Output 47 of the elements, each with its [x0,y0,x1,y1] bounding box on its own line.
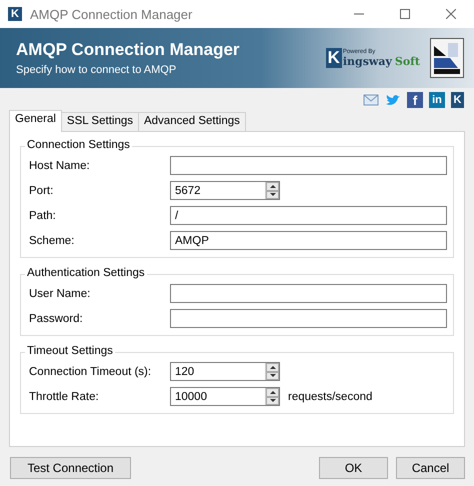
field-label: Port: [29,184,54,196]
test-connection-button[interactable]: Test Connection [10,457,131,479]
input-field[interactable] [170,309,447,328]
unit-label: requests/second [288,390,372,402]
banner-title: AMQP Connection Manager [16,40,241,60]
field-label: Connection Timeout (s): [29,366,152,378]
field-label: Throttle Rate: [29,390,100,402]
up-arrow-icon [270,390,276,394]
logo-initial: K [326,48,342,68]
logo-suffix: Soft [394,55,420,68]
down-arrow-icon [270,399,276,402]
banner-subtitle: Specify how to connect to AMQP [16,64,178,76]
logo-word: ingsway [342,55,392,68]
spin-up-button[interactable] [266,388,279,396]
input-field[interactable]: AMQP [170,231,447,250]
field-label: Host Name: [29,160,91,172]
number-spinner[interactable]: 120 [170,362,280,381]
input-field[interactable] [170,284,447,303]
linkedin-icon[interactable]: in [429,92,445,108]
dialog-button[interactable]: OK [319,457,388,479]
up-arrow-icon [270,184,276,188]
input-field[interactable]: / [170,206,447,225]
facebook-icon[interactable]: f [407,92,423,108]
group-title: Authentication Settings [25,267,147,279]
app-icon: K [8,7,22,21]
wizard-icon [430,38,464,78]
group-title: Timeout Settings [25,345,115,357]
maximize-icon [400,9,410,19]
field-label: Password: [29,312,84,324]
number-spinner[interactable]: 5672 [170,181,280,200]
window-title: AMQP Connection Manager [30,6,194,22]
group-title: Connection Settings [25,139,132,151]
spin-up-button[interactable] [266,182,279,190]
tab[interactable]: General [9,110,62,132]
input-field[interactable] [170,156,447,175]
close-icon [446,9,456,19]
tab[interactable]: Advanced Settings [138,112,246,131]
up-arrow-icon [270,366,276,369]
spin-up-button[interactable] [266,363,279,372]
brand-icon[interactable]: K [451,92,464,108]
field-label: Path: [29,210,57,222]
field-label: User Name: [29,288,92,300]
dialog-button[interactable]: Cancel [396,457,465,479]
number-spinner[interactable]: 10000 [170,387,280,406]
down-arrow-icon [270,193,276,196]
down-arrow-icon [270,374,276,378]
field-label: Scheme: [29,234,76,246]
